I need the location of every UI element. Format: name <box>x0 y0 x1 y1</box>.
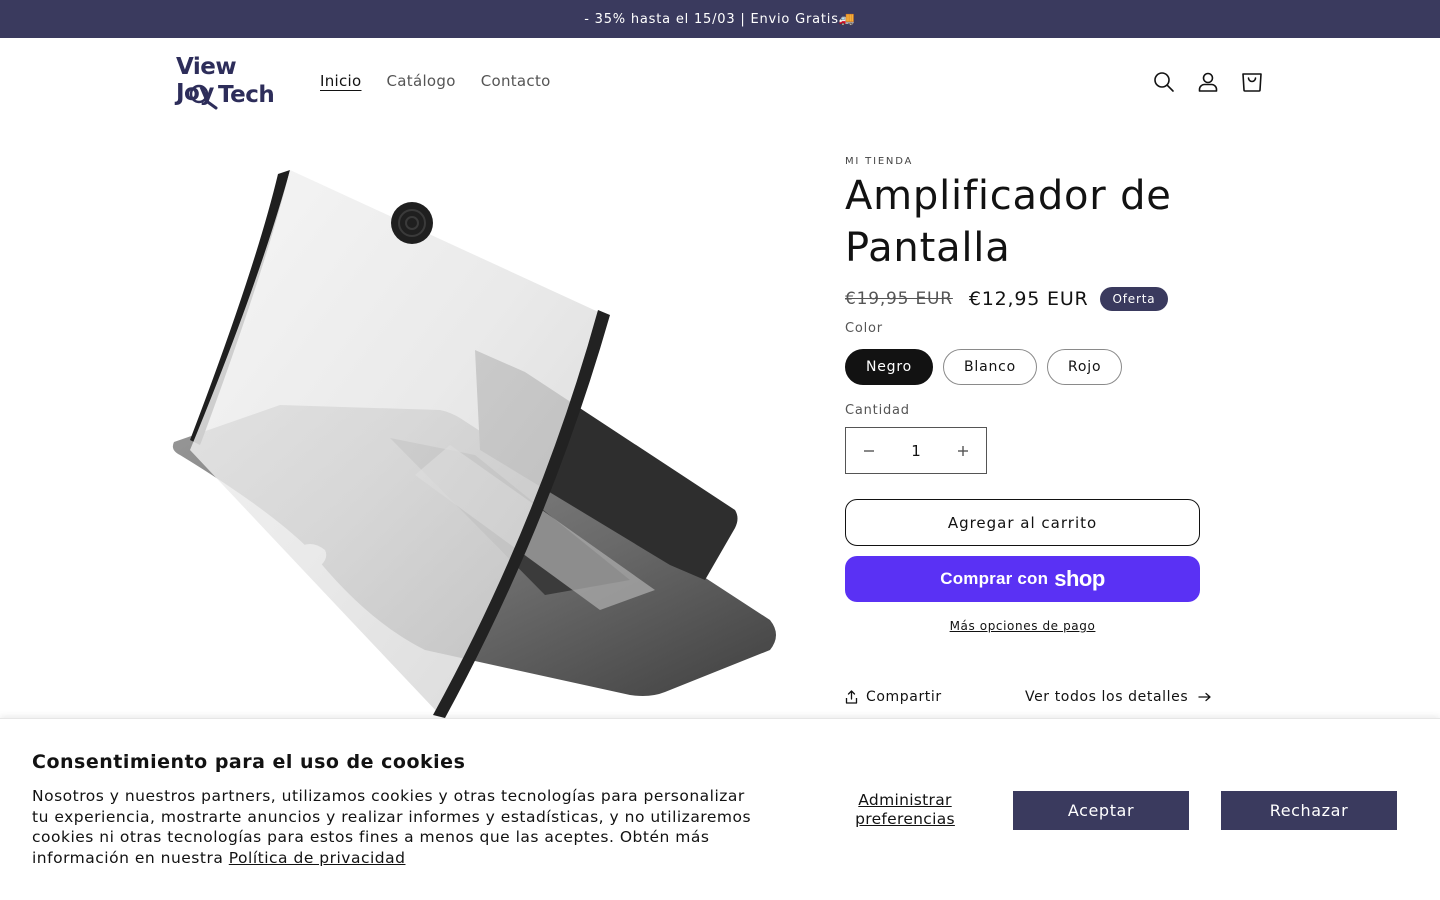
price-sale: €12,95 EUR <box>968 288 1089 310</box>
price-row: €19,95 EUR €12,95 EUR Oferta <box>845 287 1169 311</box>
share-icon <box>845 690 858 704</box>
logo-text-bottom: Tech <box>218 82 275 108</box>
announcement-bar: - 35% hasta el 15/03 | Envio Gratis🚚 <box>0 0 1440 38</box>
cookie-title: Consentimiento para el uso de cookies <box>32 751 466 773</box>
view-details-link[interactable]: Ver todos los detalles <box>1025 689 1212 705</box>
quantity-label: Cantidad <box>845 403 910 418</box>
nav-item-catalogo[interactable]: Catálogo <box>387 72 456 90</box>
manage-preferences-link[interactable]: Administrar preferencias <box>820 791 990 829</box>
cart-icon[interactable] <box>1240 70 1264 94</box>
share-label: Compartir <box>866 689 942 705</box>
main-nav: Inicio Catálogo Contacto <box>320 72 551 90</box>
add-to-cart-button[interactable]: Agregar al carrito <box>845 499 1200 546</box>
cookie-description: Nosotros y nuestros partners, utilizamos… <box>32 786 762 868</box>
product-image[interactable] <box>150 150 790 720</box>
shop-pay-button[interactable]: Comprar con shop <box>845 556 1200 602</box>
price-regular: €19,95 EUR <box>845 289 953 309</box>
view-details-label: Ver todos los detalles <box>1025 689 1189 705</box>
magnifier-logo-icon <box>189 84 218 110</box>
cookie-consent-banner: Consentimiento para el uso de cookies No… <box>0 718 1440 900</box>
sale-badge: Oferta <box>1099 287 1169 311</box>
shop-pay-label: Comprar con <box>940 569 1049 588</box>
account-icon[interactable] <box>1196 70 1220 94</box>
vendor-label: MI TIENDA <box>845 156 914 167</box>
color-label: Color <box>845 321 883 336</box>
quantity-stepper: 1 <box>845 427 987 474</box>
color-option-rojo[interactable]: Rojo <box>1047 349 1123 385</box>
plus-icon <box>958 445 968 456</box>
share-button[interactable]: Compartir <box>845 689 942 705</box>
quantity-input[interactable]: 1 <box>892 442 940 460</box>
increase-quantity-button[interactable] <box>940 428 986 473</box>
color-option-blanco[interactable]: Blanco <box>943 349 1038 385</box>
announcement-text: - 35% hasta el 15/03 | Envio Gratis🚚 <box>584 11 856 27</box>
nav-item-contacto[interactable]: Contacto <box>481 72 551 90</box>
product-title: Amplificador de Pantalla <box>845 173 1172 271</box>
nav-item-inicio[interactable]: Inicio <box>320 72 362 90</box>
arrow-right-icon <box>1198 692 1211 702</box>
accept-cookies-button[interactable]: Aceptar <box>1013 791 1189 830</box>
color-options: Negro Blanco Rojo <box>845 349 1123 385</box>
site-header: View Joy Tech Inicio Catálogo Contacto <box>0 38 1440 128</box>
color-option-negro[interactable]: Negro <box>845 349 933 385</box>
more-payment-options-link[interactable]: Más opciones de pago <box>845 619 1200 633</box>
store-logo[interactable]: View Joy Tech <box>176 54 276 112</box>
decrease-quantity-button[interactable] <box>846 428 892 473</box>
reject-cookies-button[interactable]: Rechazar <box>1221 791 1397 830</box>
search-icon[interactable] <box>1152 70 1176 94</box>
privacy-policy-link[interactable]: Política de privacidad <box>229 849 406 867</box>
minus-icon <box>864 449 874 452</box>
shop-pay-logo: shop <box>1054 566 1105 591</box>
